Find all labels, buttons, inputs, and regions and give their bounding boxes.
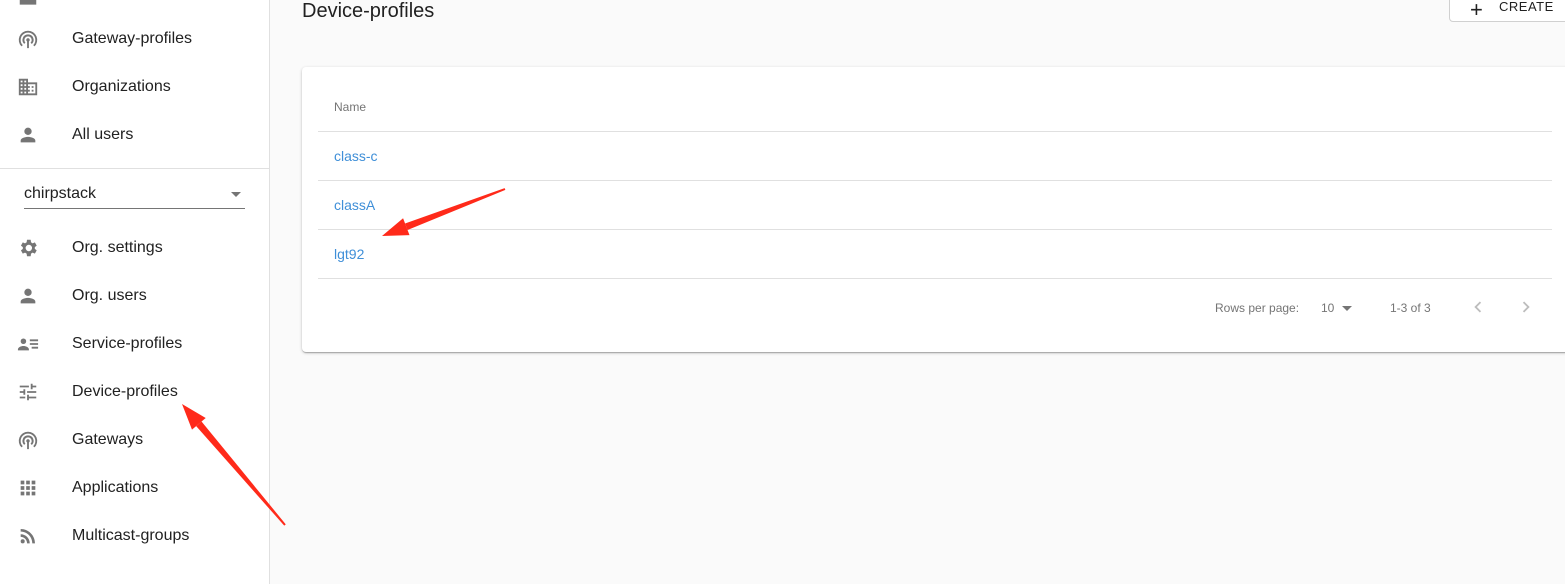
table-row: classA [318, 181, 1552, 230]
device-profile-link[interactable]: lgt92 [334, 246, 364, 262]
service-profiles-icon [16, 332, 40, 356]
pagination-range: 1-3 of 3 [1390, 301, 1431, 315]
sidebar-item-label: Service-profiles [72, 335, 183, 352]
gear-icon [16, 236, 40, 260]
sidebar-item-all-users[interactable]: All users [0, 111, 269, 159]
sidebar-item-service-profiles[interactable]: Service-profiles [0, 320, 269, 368]
sidebar-item-org-users[interactable]: Org. users [0, 272, 269, 320]
rows-per-page-label: Rows per page: [1215, 301, 1300, 315]
apps-grid-icon [16, 476, 40, 500]
sidebar: Gateway-profiles Organizations All users… [0, 0, 270, 584]
device-profile-link[interactable]: classA [334, 197, 375, 213]
sidebar-item-label: Gateways [72, 431, 144, 448]
user-icon [16, 284, 40, 308]
gateway-icon [16, 428, 40, 452]
sidebar-item-label: Applications [72, 479, 159, 496]
device-profile-link[interactable]: class-c [334, 148, 378, 164]
table-row: class-c [318, 132, 1552, 181]
organization-select-value: chirpstack [24, 185, 97, 202]
sidebar-item-label: Org. settings [72, 239, 163, 256]
plus-icon: + [1470, 0, 1483, 22]
chevron-left-icon [1474, 301, 1482, 313]
page-title: Device-profiles [302, 0, 435, 22]
organizations-icon [16, 75, 40, 99]
sidebar-item-label: Multicast-groups [72, 527, 190, 544]
sidebar-item-label: Gateway-profiles [72, 30, 193, 47]
column-header-name[interactable]: Name [334, 100, 366, 114]
sidebar-item-applications[interactable]: Applications [0, 464, 269, 512]
device-profiles-table-card: Name class-c classA lgt92 Rows per page:… [302, 67, 1565, 352]
user-icon [16, 123, 40, 147]
organization-select[interactable]: chirpstack [24, 180, 245, 209]
chevron-right-icon [1522, 301, 1530, 313]
sidebar-item-label: Organizations [72, 78, 171, 95]
create-button-label: CREATE [1499, 0, 1554, 14]
sidebar-divider [0, 168, 269, 169]
dropdown-arrow-icon [231, 192, 241, 197]
sidebar-item-label: Org. users [72, 287, 147, 304]
sidebar-item-organizations[interactable]: Organizations [0, 63, 269, 111]
sidebar-item-gateway-profiles[interactable]: Gateway-profiles [0, 15, 269, 63]
sidebar-item-gateways[interactable]: Gateways [0, 416, 269, 464]
network-servers-icon [16, 0, 40, 12]
sidebar-item-device-profiles[interactable]: Device-profiles [0, 368, 269, 416]
sidebar-item-label: All users [72, 126, 134, 143]
gateway-profiles-icon [16, 27, 40, 51]
sidebar-item-multicast-groups[interactable]: Multicast-groups [0, 512, 269, 560]
table-header: Name [318, 83, 1552, 132]
tune-icon [16, 380, 40, 404]
rows-per-page-select[interactable]: 10 [1321, 301, 1334, 331]
table-row: lgt92 [318, 230, 1552, 279]
sidebar-item-org-settings[interactable]: Org. settings [0, 224, 269, 272]
next-page-button[interactable] [1514, 295, 1538, 319]
rss-feed-icon [16, 524, 40, 548]
create-button[interactable]: + CREATE [1449, 0, 1565, 22]
dropdown-arrow-icon[interactable] [1342, 306, 1352, 311]
previous-page-button[interactable] [1466, 295, 1490, 319]
sidebar-item-label: Device-profiles [72, 383, 178, 400]
